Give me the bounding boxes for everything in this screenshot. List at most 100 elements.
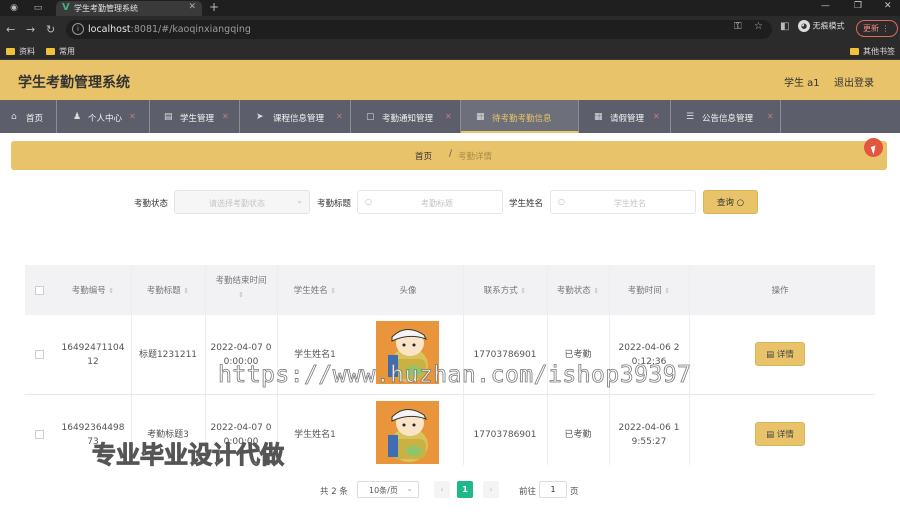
minimize-icon[interactable]: —	[821, 1, 830, 11]
title-placeholder: 考勤标题	[421, 199, 453, 208]
goto-page-input[interactable]: 1	[539, 481, 567, 498]
query-button[interactable]: 查询 ○	[703, 190, 758, 214]
browser-tab[interactable]: V 学生考勤管理系统 ✕	[56, 1, 202, 16]
key-icon[interactable]: ⚿	[734, 21, 742, 32]
cell-no: 1649247110412	[61, 343, 125, 367]
page-size-select[interactable]: 10条/页 ⌄	[357, 481, 419, 498]
search-icon: ○	[558, 197, 565, 206]
menu-close-icon[interactable]: ✕	[129, 112, 136, 121]
sidepanel-icon[interactable]: ◧	[780, 21, 789, 32]
address-bar-row: ← → ↻ i localhost:8081/#/kaoqinxiangqing	[0, 16, 900, 43]
cell-status: 已考勤	[564, 350, 592, 360]
title-input[interactable]: ○ 考勤标题	[357, 190, 503, 214]
browser-tab-strip: ◉ ▭ V 学生考勤管理系统 ✕ + — ❐ ✕	[0, 0, 900, 16]
table-header: 考勤编号 ⇕ 考勤标题 ⇕ 考勤结束时间 ⇕ 学生姓名 ⇕ 头像 联系方式 ⇕ 考…	[25, 265, 875, 315]
next-page-button[interactable]: ›	[483, 481, 499, 498]
chrome-menu-icon[interactable]: ◉	[8, 2, 20, 14]
doc-icon: ▦	[476, 112, 485, 122]
menu-close-icon[interactable]: ✕	[336, 112, 343, 121]
other-bookmarks[interactable]: 其他书签	[850, 46, 895, 57]
menu-item-students[interactable]: ▤ 学生管理 ✕	[150, 100, 240, 133]
col-time[interactable]: 考勤时间 ⇕	[609, 284, 689, 296]
tab-close-icon[interactable]: ✕	[188, 2, 196, 12]
bookmarks-bar: 资料 常用 其他书签	[0, 43, 900, 60]
folder-icon	[46, 48, 55, 55]
goto-label: 前往	[519, 487, 537, 497]
home-icon: ⌂	[11, 112, 17, 122]
col-phone[interactable]: 联系方式 ⇕	[463, 284, 547, 296]
cell-name: 学生姓名1	[294, 430, 336, 440]
breadcrumb-current: 考勤详情	[458, 152, 493, 162]
search-icon: ○	[365, 197, 372, 206]
forward-icon[interactable]: →	[26, 23, 35, 36]
new-tab-icon[interactable]: +	[209, 0, 219, 14]
chevron-down-icon: ⌄	[296, 196, 303, 205]
menu-close-icon[interactable]: ✕	[767, 112, 774, 121]
menu-close-icon[interactable]: ✕	[222, 112, 229, 121]
update-label: 更新	[863, 24, 879, 33]
send-icon: ➤	[256, 112, 264, 122]
prev-page-button[interactable]: ‹	[434, 481, 450, 498]
incognito-label: 无痕模式	[812, 21, 845, 31]
maximize-icon[interactable]: ❐	[854, 1, 862, 11]
window-close-icon[interactable]: ✕	[884, 1, 892, 11]
col-name[interactable]: 学生姓名 ⇕	[277, 284, 353, 296]
detail-button[interactable]: ▤ 详情	[755, 422, 805, 446]
current-user: 学生 a1	[784, 78, 820, 89]
update-button[interactable]: 更新 ⋮	[856, 20, 898, 37]
tab-search-icon[interactable]: ▭	[32, 2, 44, 14]
avatar	[376, 401, 439, 464]
menu-item-home[interactable]: ⌂ 首页	[0, 100, 57, 133]
reload-icon[interactable]: ↻	[46, 23, 55, 36]
bookmark-folder-2[interactable]: 常用	[46, 46, 75, 57]
row-checkbox[interactable]	[35, 350, 44, 359]
status-select[interactable]: 请选择考勤状态 ⌄	[174, 190, 310, 214]
url-path: :8081/#/kaoqinxiangqing	[130, 24, 251, 35]
cell-phone: 17703786901	[473, 430, 537, 440]
menu-item-leave[interactable]: ▦ 请假管理 ✕	[579, 100, 671, 133]
select-all-checkbox[interactable]	[35, 286, 44, 295]
menu-close-icon[interactable]: ✕	[653, 112, 660, 121]
sort-icon: ⇕	[664, 287, 671, 295]
col-title[interactable]: 考勤标题 ⇕	[131, 284, 205, 296]
detail-icon: ▤	[766, 430, 775, 440]
menu-item-notices[interactable]: ▢ 考勤通知管理 ✕	[351, 100, 461, 133]
chevron-down-icon: ⌄	[406, 484, 413, 493]
col-status[interactable]: 考勤状态 ⇕	[547, 284, 609, 296]
user-icon: ♟	[73, 112, 82, 122]
logout-link[interactable]: 退出登录	[834, 74, 874, 89]
sort-icon: ⇕	[593, 287, 600, 295]
chat-icon: ▢	[366, 112, 375, 122]
sort-icon: ⇕	[108, 287, 115, 295]
breadcrumb-home[interactable]: 首页	[415, 150, 432, 162]
row-checkbox[interactable]	[35, 430, 44, 439]
app-title: 学生考勤管理系统	[18, 75, 130, 91]
status-label: 考勤状态	[134, 199, 169, 209]
detail-icon: ▤	[766, 350, 775, 360]
chat-icon: ▤	[164, 112, 173, 122]
menu-item-courses[interactable]: ➤ 课程信息管理 ✕	[240, 100, 351, 133]
menu-item-announcements[interactable]: ☰ 公告信息管理 ✕	[671, 100, 781, 133]
vue-logo-icon: V	[62, 2, 70, 13]
star-icon[interactable]: ☆	[754, 21, 763, 32]
name-placeholder: 学生姓名	[614, 199, 646, 208]
name-input[interactable]: ○ 学生姓名	[550, 190, 696, 214]
url-host: localhost	[88, 24, 131, 35]
col-no[interactable]: 考勤编号 ⇕	[55, 284, 131, 296]
col-end-time[interactable]: 考勤结束时间 ⇕	[205, 274, 277, 302]
screen: ◉ ▭ V 学生考勤管理系统 ✕ + — ❐ ✕ ← → ↻ i localho…	[0, 0, 900, 530]
detail-button[interactable]: ▤ 详情	[755, 342, 805, 366]
incognito-indicator[interactable]: ◕ 无痕模式	[798, 20, 854, 37]
list-icon: ☰	[686, 112, 695, 122]
url-field[interactable]: i localhost:8081/#/kaoqinxiangqing	[66, 20, 772, 39]
menu-item-profile[interactable]: ♟ 个人中心 ✕	[57, 100, 150, 133]
bookmark-folder-1[interactable]: 资料	[6, 46, 35, 57]
menu-item-attendance[interactable]: ▦ 待考勤考勤信息	[461, 100, 579, 133]
site-info-icon[interactable]: i	[72, 23, 84, 35]
sort-icon: ⇕	[330, 287, 337, 295]
page-button-current[interactable]: 1	[457, 481, 473, 498]
sort-icon: ⇕	[520, 287, 527, 295]
incognito-icon: ◕	[798, 20, 810, 32]
menu-close-icon[interactable]: ✕	[445, 112, 452, 121]
back-icon[interactable]: ←	[6, 23, 15, 36]
